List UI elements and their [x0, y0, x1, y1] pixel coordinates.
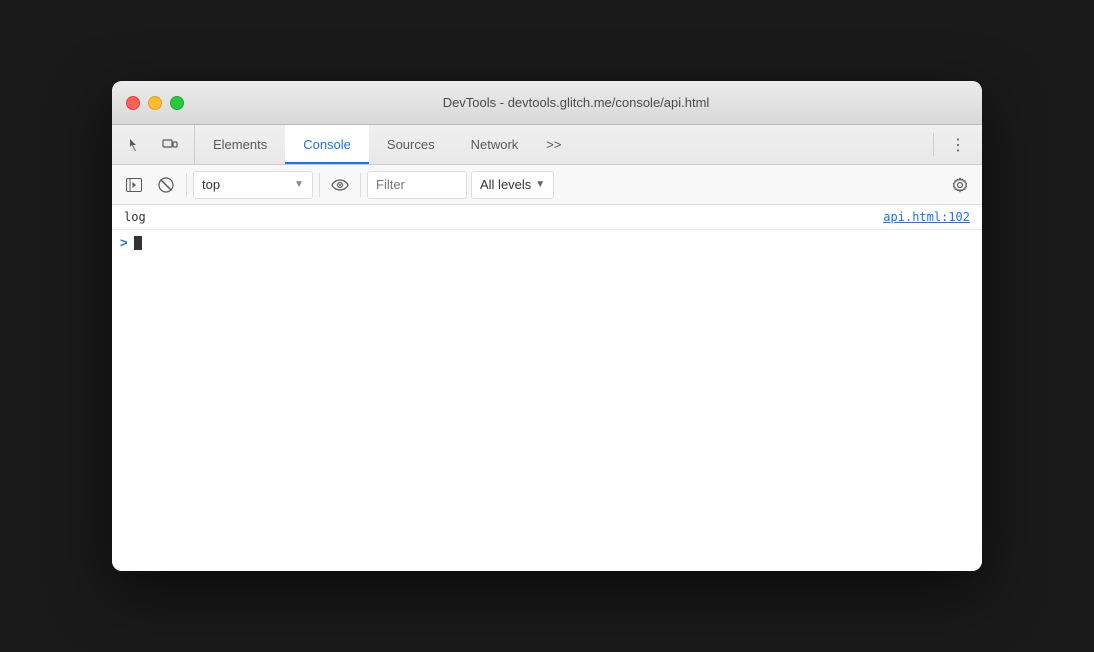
tab-console[interactable]: Console — [285, 125, 369, 164]
context-selector[interactable]: top ▼ — [193, 171, 313, 199]
tab-bar: Elements Console Sources Network >> ⋮ — [112, 125, 982, 165]
clear-console-button[interactable] — [152, 171, 180, 199]
maximize-button[interactable] — [170, 96, 184, 110]
cursor — [134, 236, 142, 250]
prompt-arrow-icon: > — [120, 235, 128, 250]
tab-network[interactable]: Network — [453, 125, 537, 164]
tab-options: ⋮ — [934, 125, 982, 164]
chevron-down-icon: ▼ — [294, 179, 304, 190]
live-expressions-button[interactable] — [326, 171, 354, 199]
tab-list: Elements Console Sources Network >> — [195, 125, 933, 164]
devtools-icons — [112, 125, 195, 164]
title-bar: DevTools - devtools.glitch.me/console/ap… — [112, 81, 982, 125]
console-log-entry: log api.html:102 — [112, 205, 982, 230]
close-button[interactable] — [126, 96, 140, 110]
levels-arrow-icon: ▼ — [535, 179, 545, 190]
toolbar-separator-1 — [186, 173, 187, 197]
log-source-link[interactable]: api.html:102 — [883, 210, 970, 224]
sidebar-toggle-button[interactable] — [120, 171, 148, 199]
console-toolbar: top ▼ All levels ▼ — [112, 165, 982, 205]
log-levels-selector[interactable]: All levels ▼ — [471, 171, 554, 199]
tab-elements[interactable]: Elements — [195, 125, 285, 164]
console-input-row: > — [112, 230, 982, 255]
more-tabs-button[interactable]: >> — [536, 125, 571, 164]
more-menu-button[interactable]: ⋮ — [946, 133, 970, 157]
filter-input[interactable] — [367, 171, 467, 199]
console-content: log api.html:102 > — [112, 205, 982, 571]
console-input-line[interactable] — [134, 236, 142, 250]
devtools-window: DevTools - devtools.glitch.me/console/ap… — [112, 81, 982, 571]
inspector-icon[interactable] — [122, 131, 150, 159]
device-toolbar-icon[interactable] — [156, 131, 184, 159]
toolbar-separator-3 — [360, 173, 361, 197]
toolbar-separator-2 — [319, 173, 320, 197]
traffic-lights — [126, 96, 184, 110]
tab-sources[interactable]: Sources — [369, 125, 453, 164]
minimize-button[interactable] — [148, 96, 162, 110]
window-title: DevTools - devtools.glitch.me/console/ap… — [184, 95, 968, 110]
log-message: log — [124, 210, 146, 224]
console-settings-button[interactable] — [946, 171, 974, 199]
